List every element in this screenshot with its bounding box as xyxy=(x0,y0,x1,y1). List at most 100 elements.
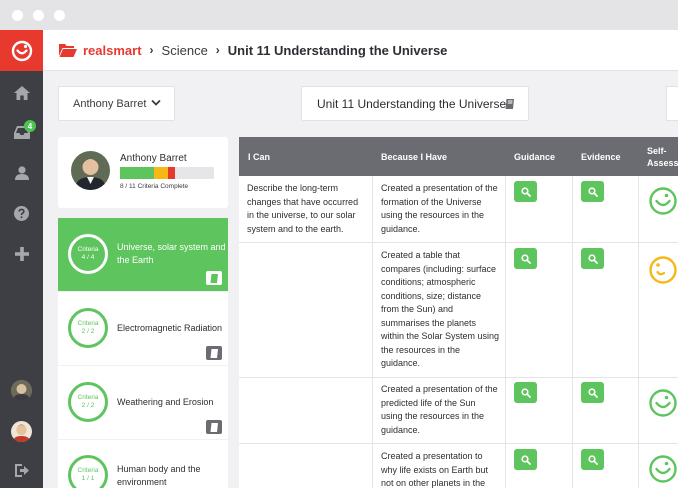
criteria-progress-text: 8 / 11 Criteria Complete xyxy=(120,183,189,190)
column-header-guidance: Guidance xyxy=(514,151,556,162)
book-icon[interactable] xyxy=(206,420,222,434)
search-icon xyxy=(520,387,531,398)
search-icon xyxy=(587,387,598,398)
happy-face-icon[interactable] xyxy=(648,186,678,216)
realsmart-logo[interactable] xyxy=(0,30,43,71)
topic-item-electromagnetic[interactable]: Criteria 2 / 2 Electromagnetic Radiation xyxy=(58,292,228,365)
criteria-ring: Criteria 1 / 1 xyxy=(68,455,108,488)
column-divider xyxy=(505,176,506,488)
help-icon[interactable] xyxy=(12,204,31,223)
table-header: I Can Because I Have Guidance Evidence S… xyxy=(239,137,678,176)
criteria-ring: Criteria 4 / 4 xyxy=(68,234,108,274)
home-icon[interactable] xyxy=(12,83,31,102)
criteria-label: Criteria xyxy=(77,246,99,253)
guidance-search-button[interactable] xyxy=(514,181,537,202)
search-icon xyxy=(587,186,598,197)
topic-name: Electromagnetic Radiation xyxy=(117,323,223,333)
criteria-value: 1 / 1 xyxy=(81,475,95,482)
folder-icon xyxy=(59,43,77,57)
because-cell: Created a presentation of the formation … xyxy=(381,183,498,234)
topic-name: Universe, solar system and the Earth xyxy=(117,242,226,265)
chevron-down-icon xyxy=(151,99,161,107)
row-divider xyxy=(239,443,678,444)
logo-face-icon xyxy=(11,40,32,61)
row-divider xyxy=(239,377,678,378)
breadcrumb-brand[interactable]: realsmart xyxy=(83,43,142,58)
topic-item-weathering[interactable]: Criteria 2 / 2 Weathering and Erosion xyxy=(58,366,228,439)
student-dropdown[interactable]: Anthony Barret xyxy=(58,86,175,121)
criteria-table: I Can Because I Have Guidance Evidence S… xyxy=(239,137,678,488)
evidence-search-button[interactable] xyxy=(581,382,604,403)
app-window: 4 realsmart › Science › Unit 11 Understa… xyxy=(0,0,678,488)
column-header-self-assess: Self-Assess xyxy=(647,145,678,168)
criteria-label: Criteria xyxy=(77,467,99,474)
column-header-i-can: I Can xyxy=(248,151,271,162)
minimize-window-dot[interactable] xyxy=(33,10,44,21)
avatar[interactable] xyxy=(11,421,32,442)
progress-segment xyxy=(120,167,154,179)
book-icon[interactable] xyxy=(206,346,222,360)
column-divider xyxy=(372,176,373,488)
unit-title-box: Unit 11 Understanding the Universe xyxy=(301,86,529,121)
search-icon xyxy=(587,454,598,465)
topic-name: Human body and the environment xyxy=(117,464,201,487)
search-icon xyxy=(520,186,531,197)
topic-name: Weathering and Erosion xyxy=(117,397,214,407)
notification-badge: 4 xyxy=(24,120,36,132)
book-icon[interactable] xyxy=(206,271,222,285)
page-title: Unit 11 Understanding the Universe xyxy=(317,96,507,111)
evidence-search-button[interactable] xyxy=(581,181,604,202)
avatar[interactable] xyxy=(11,380,32,401)
user-icon[interactable] xyxy=(12,163,31,182)
window-titlebar xyxy=(0,0,678,30)
guidance-search-button[interactable] xyxy=(514,382,537,403)
left-nav: 4 xyxy=(0,30,43,488)
progress-segment xyxy=(167,167,176,179)
column-divider xyxy=(572,176,573,488)
neutral-face-icon[interactable] xyxy=(648,255,678,285)
evidence-search-button[interactable] xyxy=(581,248,604,269)
close-window-dot[interactable] xyxy=(12,10,23,21)
i-can-cell: Describe the long-term changes that have… xyxy=(247,183,359,234)
student-profile-card: Anthony Barret 8 / 11 Criteria Complete xyxy=(58,137,228,208)
criteria-value: 2 / 2 xyxy=(81,328,95,335)
logout-icon[interactable] xyxy=(12,461,31,480)
because-cell: Created a presentation to why life exist… xyxy=(381,451,489,488)
guidance-search-button[interactable] xyxy=(514,248,537,269)
guidance-search-button[interactable] xyxy=(514,449,537,470)
column-header-because: Because I Have xyxy=(381,151,448,162)
evidence-search-button[interactable] xyxy=(581,449,604,470)
next-unit-box[interactable] xyxy=(666,86,678,121)
topic-item-universe[interactable]: Criteria 4 / 4 Universe, solar system an… xyxy=(58,218,228,291)
breadcrumb-unit: Unit 11 Understanding the Universe xyxy=(227,42,448,58)
search-icon xyxy=(587,253,598,264)
criteria-progress-bar xyxy=(120,167,214,179)
search-icon xyxy=(520,253,531,264)
topic-item-human-body[interactable]: Criteria 1 / 1 Human body and the enviro… xyxy=(58,440,228,488)
book-icon[interactable] xyxy=(505,99,515,109)
progress-segment xyxy=(153,167,168,179)
criteria-value: 2 / 2 xyxy=(81,402,95,409)
happy-face-icon[interactable] xyxy=(648,454,678,484)
breadcrumb-subject[interactable]: Science xyxy=(162,43,208,58)
criteria-label: Criteria xyxy=(77,394,99,401)
search-icon xyxy=(520,454,531,465)
avatar xyxy=(71,151,110,190)
plus-icon[interactable] xyxy=(12,244,31,263)
student-dropdown-value: Anthony Barret xyxy=(73,97,147,110)
maximize-window-dot[interactable] xyxy=(54,10,65,21)
criteria-ring: Criteria 2 / 2 xyxy=(68,382,108,422)
chevron-right-icon: › xyxy=(215,43,220,57)
criteria-label: Criteria xyxy=(77,320,99,327)
criteria-ring: Criteria 2 / 2 xyxy=(68,308,108,348)
row-divider xyxy=(239,242,678,243)
chevron-right-icon: › xyxy=(149,43,154,57)
because-cell: Created a table that compares (including… xyxy=(381,250,500,368)
happy-face-icon[interactable] xyxy=(648,388,678,418)
criteria-value: 4 / 4 xyxy=(81,254,95,261)
student-name: Anthony Barret xyxy=(120,153,187,164)
column-header-evidence: Evidence xyxy=(581,151,621,162)
column-divider xyxy=(638,176,639,488)
breadcrumb: realsmart › Science › Unit 11 Understand… xyxy=(43,30,678,71)
because-cell: Created a presentation of the predicted … xyxy=(381,384,498,435)
